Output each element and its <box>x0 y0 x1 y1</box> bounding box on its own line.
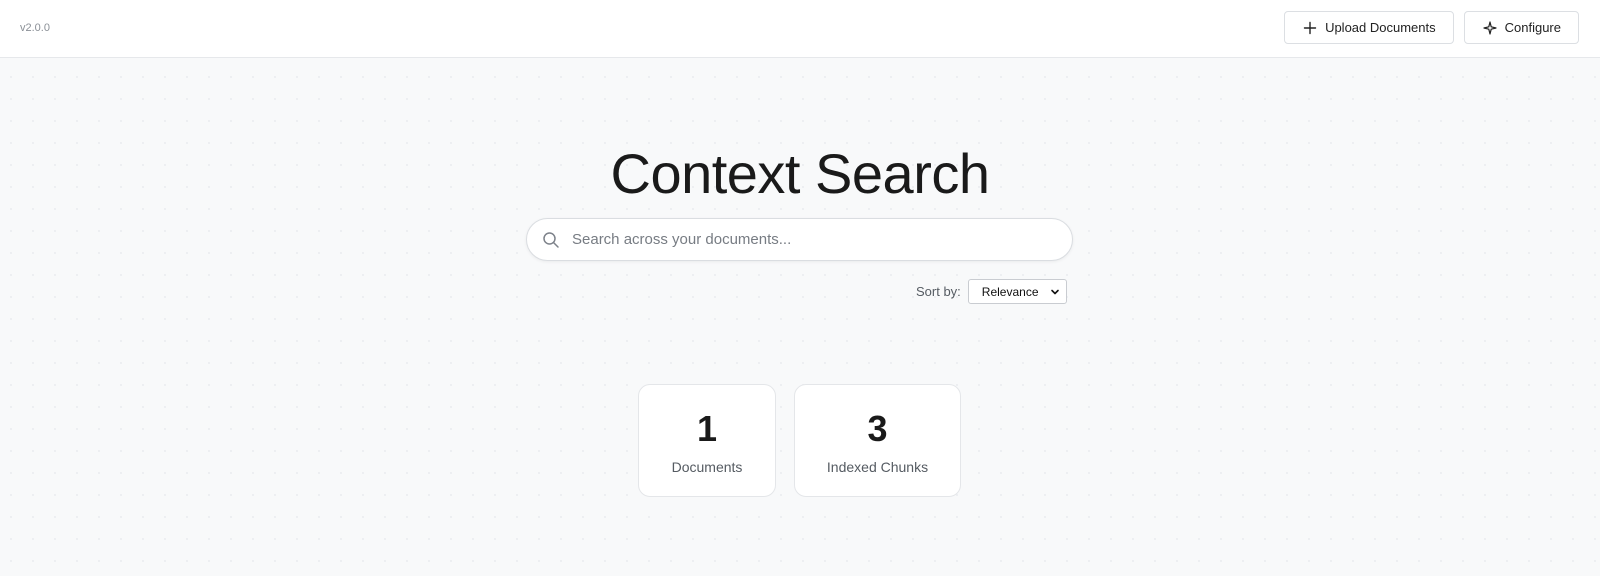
top-bar: v2.0.0 Upload Documents Configure <box>0 0 1600 58</box>
sort-select[interactable]: Relevance <box>967 279 1067 304</box>
sort-selected-value: Relevance <box>981 284 1039 299</box>
sparkle-icon <box>1483 20 1497 35</box>
upload-documents-button[interactable]: Upload Documents <box>1284 11 1454 44</box>
top-actions: Upload Documents Configure <box>1284 11 1579 44</box>
configure-label: Configure <box>1504 20 1561 35</box>
sort-control: Sort by: Relevance <box>916 279 1067 304</box>
indexed-chunks-count: 3 <box>867 408 888 449</box>
chevron-down-icon <box>1050 287 1060 297</box>
documents-count: 1 <box>696 408 718 449</box>
search-input[interactable] <box>572 231 1052 248</box>
configure-button[interactable]: Configure <box>1463 11 1579 44</box>
page-title: Context Search <box>610 142 990 205</box>
plus-icon <box>1303 21 1317 35</box>
upload-documents-label: Upload Documents <box>1325 20 1436 35</box>
sort-label: Sort by: <box>916 284 961 299</box>
search-bar[interactable] <box>526 218 1073 261</box>
indexed-chunks-stat-card: 3 Indexed Chunks <box>794 384 961 497</box>
search-icon <box>542 231 560 249</box>
documents-stat-card: 1 Documents <box>638 384 776 497</box>
version-label: v2.0.0 <box>20 22 50 34</box>
documents-label: Documents <box>671 459 743 475</box>
indexed-chunks-label: Indexed Chunks <box>826 459 929 475</box>
